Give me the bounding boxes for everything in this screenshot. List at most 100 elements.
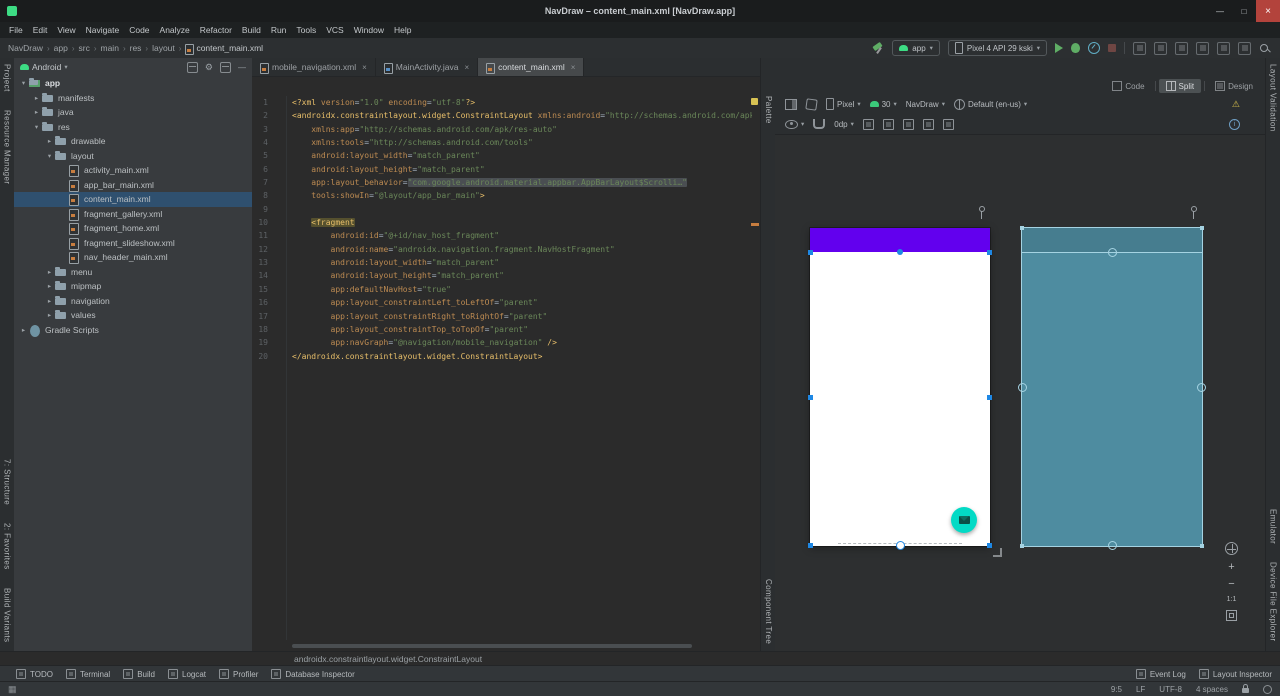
menu-window[interactable]: Window: [349, 25, 389, 35]
breadcrumb-item-src[interactable]: src: [78, 43, 89, 53]
code-line[interactable]: 20</androidx.constraintlayout.widget.Con…: [252, 350, 752, 363]
constraint-anchor[interactable]: [1197, 383, 1206, 392]
tool-window-switcher-icon[interactable]: ▦: [8, 684, 17, 695]
code-line[interactable]: 7 app:layout_behavior="com.google.androi…: [252, 176, 752, 189]
hide-panel-icon[interactable]: —: [238, 63, 246, 72]
horizontal-scrollbar[interactable]: [292, 644, 692, 648]
tab-close-icon[interactable]: ×: [362, 63, 367, 72]
constraint-anchor[interactable]: [1108, 248, 1117, 257]
info-icon[interactable]: i: [1229, 119, 1240, 130]
menu-build[interactable]: Build: [237, 25, 266, 35]
zoom-out-button[interactable]: −: [1228, 579, 1234, 589]
preview-fab[interactable]: [951, 507, 977, 533]
search-everywhere-icon[interactable]: [1259, 43, 1270, 54]
mode-split-button[interactable]: Split: [1159, 79, 1202, 93]
tree-item-fragment-gallery-xml[interactable]: fragment_gallery.xml: [14, 207, 252, 222]
orientation-icon[interactable]: [805, 98, 817, 110]
clear-constraints-icon[interactable]: [863, 119, 874, 130]
run-configuration-selector[interactable]: app ▾: [892, 40, 940, 56]
selection-handle[interactable]: [987, 543, 992, 548]
stop-button[interactable]: [1108, 44, 1116, 52]
profile-button[interactable]: [1088, 42, 1100, 54]
tree-item-nav-header-main-xml[interactable]: nav_header_main.xml: [14, 250, 252, 265]
code-line[interactable]: 13 android:layout_width="match_parent": [252, 256, 752, 269]
apply-changes-button[interactable]: [1133, 42, 1146, 55]
constraint-anchor[interactable]: [897, 249, 903, 255]
tree-item-fragment-slideshow-xml[interactable]: fragment_slideshow.xml: [14, 236, 252, 251]
tree-item-layout[interactable]: ▾layout: [14, 149, 252, 164]
close-button[interactable]: ×: [1256, 0, 1280, 22]
tool-button-project[interactable]: Project: [3, 64, 12, 94]
menu-help[interactable]: Help: [389, 25, 416, 35]
tool-button-layout-validation[interactable]: Layout Validation: [1269, 64, 1278, 134]
menu-analyze[interactable]: Analyze: [155, 25, 195, 35]
code-line[interactable]: 16 app:layout_constraintLeft_toLeftOf="p…: [252, 296, 752, 309]
tree-item-fragment-home-xml[interactable]: fragment_home.xml: [14, 221, 252, 236]
inspection-status-icon[interactable]: [751, 98, 758, 105]
breadcrumb-item-content-main-xml[interactable]: content_main.xml: [185, 43, 263, 53]
code-line[interactable]: 8 tools:showIn="@layout/app_bar_main">: [252, 189, 752, 202]
lock-icon[interactable]: [1242, 688, 1249, 693]
menu-edit[interactable]: Edit: [28, 25, 53, 35]
blueprint-preview[interactable]: [1022, 228, 1202, 546]
breadcrumb-item-app[interactable]: app: [54, 43, 68, 53]
run-button[interactable]: [1055, 43, 1063, 53]
palette-tab[interactable]: Palette: [764, 96, 773, 124]
status-4-spaces[interactable]: 4 spaces: [1196, 685, 1228, 694]
menu-code[interactable]: Code: [124, 25, 154, 35]
tool-button-resource-manager[interactable]: Resource Manager: [3, 110, 12, 186]
code-line[interactable]: 18 app:layout_constraintTop_toTopOf="par…: [252, 323, 752, 336]
tool-window-button-logcat[interactable]: Logcat: [168, 669, 206, 679]
code-line[interactable]: 15 app:defaultNavHost="true": [252, 283, 752, 296]
sdk-manager-button[interactable]: [1217, 42, 1230, 55]
pan-icon[interactable]: [1225, 542, 1238, 555]
status-lf[interactable]: LF: [1136, 685, 1145, 694]
code-line[interactable]: 1<?xml version="1.0" encoding="utf-8"?>: [252, 96, 752, 109]
status-utf-8[interactable]: UTF-8: [1159, 685, 1182, 694]
tool-window-button-terminal[interactable]: Terminal: [66, 669, 110, 679]
zoom-fit-button[interactable]: [1226, 610, 1237, 621]
project-view-selector[interactable]: Android: [32, 62, 61, 72]
tab-close-icon[interactable]: ×: [571, 63, 576, 72]
menu-file[interactable]: File: [4, 25, 28, 35]
theme-dropdown[interactable]: NavDraw ▾: [906, 100, 945, 109]
tree-item-res[interactable]: ▾res: [14, 120, 252, 135]
tool-window-button-build[interactable]: Build: [123, 669, 155, 679]
menu-tools[interactable]: Tools: [291, 25, 321, 35]
breadcrumb-item-navdraw[interactable]: NavDraw: [8, 43, 43, 53]
warning-icon[interactable]: ⚠: [1232, 99, 1240, 110]
tab-close-icon[interactable]: ×: [464, 63, 469, 72]
debug-button[interactable]: [1071, 43, 1080, 53]
tree-item-app[interactable]: ▾app: [14, 76, 252, 91]
code-line[interactable]: 6 android:layout_height="match_parent": [252, 163, 752, 176]
code-line[interactable]: 5 android:layout_width="match_parent": [252, 149, 752, 162]
tool-window-button-database-inspector[interactable]: Database Inspector: [271, 669, 354, 679]
device-dropdown[interactable]: Pixel ▾: [826, 98, 861, 110]
component-tree-tab[interactable]: Component Tree: [764, 579, 773, 644]
breadcrumb-item-main[interactable]: main: [101, 43, 119, 53]
tree-item-activity-main-xml[interactable]: activity_main.xml: [14, 163, 252, 178]
tree-item-values[interactable]: ▸values: [14, 308, 252, 323]
selection-handle[interactable]: [1020, 226, 1024, 230]
tree-item-java[interactable]: ▸java: [14, 105, 252, 120]
xml-breadcrumb[interactable]: androidx.constraintlayout.widget.Constra…: [294, 652, 482, 666]
editor-tab-content-main-xml[interactable]: content_main.xml×: [478, 58, 584, 76]
zoom-in-button[interactable]: +: [1228, 562, 1234, 572]
selection-handle[interactable]: [987, 250, 992, 255]
design-canvas[interactable]: + − 1:1: [775, 134, 1266, 652]
code-line[interactable]: 11 android:id="@+id/nav_host_fragment": [252, 229, 752, 242]
tree-item-mipmap[interactable]: ▸mipmap: [14, 279, 252, 294]
device-selector[interactable]: Pixel 4 API 29 kski ▾: [948, 40, 1047, 56]
constraint-anchor[interactable]: [1018, 383, 1027, 392]
code-line[interactable]: 9: [252, 203, 752, 216]
selection-handle[interactable]: [808, 250, 813, 255]
menu-view[interactable]: View: [52, 25, 80, 35]
indicator-icon[interactable]: [1263, 685, 1272, 694]
commit-button[interactable]: [1238, 42, 1251, 55]
locale-dropdown[interactable]: Default (en-us) ▾: [954, 99, 1027, 110]
menu-vcs[interactable]: VCS: [321, 25, 348, 35]
code-line[interactable]: 4 xmlns:tools="http://schemas.android.co…: [252, 136, 752, 149]
view-options-dropdown[interactable]: ▾: [785, 120, 804, 129]
infer-constraints-icon[interactable]: [883, 119, 894, 130]
tree-item-menu[interactable]: ▸menu: [14, 265, 252, 280]
